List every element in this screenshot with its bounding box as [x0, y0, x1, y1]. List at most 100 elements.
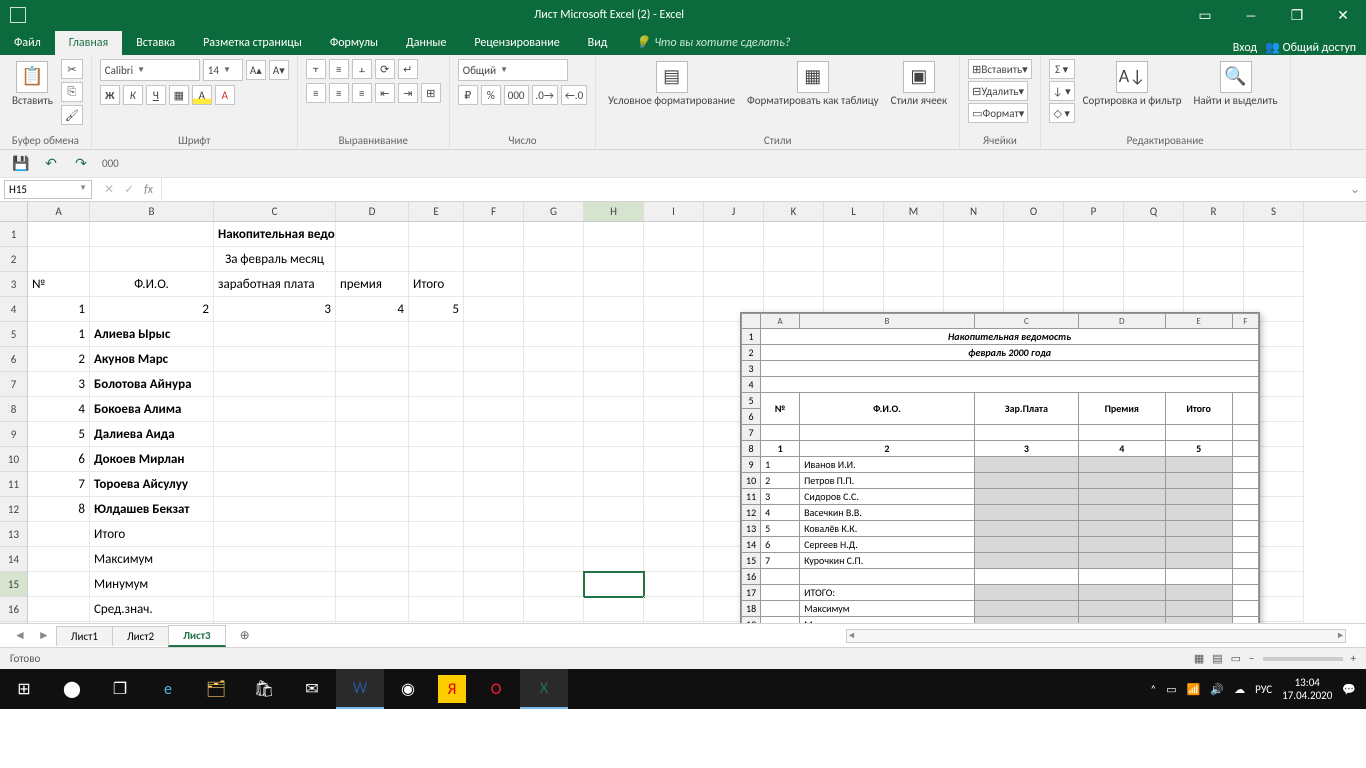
cell-G10[interactable]	[524, 447, 584, 472]
cell-M2[interactable]	[884, 247, 944, 272]
cell-D14[interactable]	[336, 547, 409, 572]
cell-Q3[interactable]	[1124, 272, 1184, 297]
cell-L2[interactable]	[824, 247, 884, 272]
cell-R3[interactable]	[1184, 272, 1244, 297]
tab-view[interactable]: Вид	[574, 31, 622, 55]
cell-B3[interactable]: Ф.И.О.	[90, 272, 214, 297]
cell-F9[interactable]	[464, 422, 524, 447]
cell-B10[interactable]: Докоев Мирлан	[90, 447, 214, 472]
cell-E1[interactable]	[409, 222, 464, 247]
cell-I3[interactable]	[644, 272, 704, 297]
taskbar-app-store[interactable]: 🛍	[240, 669, 288, 709]
cell-D15[interactable]	[336, 572, 409, 597]
cell-C9[interactable]	[214, 422, 336, 447]
cell-I16[interactable]	[644, 597, 704, 622]
cell-I9[interactable]	[644, 422, 704, 447]
cell-E14[interactable]	[409, 547, 464, 572]
cell-J3[interactable]	[704, 272, 764, 297]
cell-E2[interactable]	[409, 247, 464, 272]
cell-C6[interactable]	[214, 347, 336, 372]
cell-C5[interactable]	[214, 322, 336, 347]
col-header-I[interactable]: I	[644, 202, 704, 221]
font-name-combo[interactable]: Calibri▼	[100, 59, 200, 81]
insert-cells-button[interactable]: ⊞ Вставить ▾	[968, 59, 1032, 79]
clock[interactable]: 13:04 17.04.2020	[1282, 676, 1332, 702]
embedded-image[interactable]: ABCDEF 1Накопительная ведомость 2февраль…	[740, 312, 1260, 623]
view-layout-button[interactable]: ▤	[1212, 652, 1222, 665]
cell-D11[interactable]	[336, 472, 409, 497]
view-normal-button[interactable]: ▦	[1194, 652, 1204, 665]
col-header-A[interactable]: A	[28, 202, 90, 221]
cell-C13[interactable]	[214, 522, 336, 547]
formula-input[interactable]	[161, 178, 1344, 201]
cell-D2[interactable]	[336, 247, 409, 272]
cell-G8[interactable]	[524, 397, 584, 422]
row-header-7[interactable]: 7	[0, 372, 27, 397]
cell-E17[interactable]	[409, 622, 464, 623]
cell-E16[interactable]	[409, 597, 464, 622]
ribbon-options-icon[interactable]: ▭	[1182, 0, 1228, 30]
close-button[interactable]: ✕	[1320, 0, 1366, 30]
cell-S2[interactable]	[1244, 247, 1304, 272]
sheet-tab-3[interactable]: Лист3	[168, 625, 226, 647]
taskbar-app-opera[interactable]: O	[472, 669, 520, 709]
tab-formulas[interactable]: Формулы	[316, 31, 392, 55]
cell-E9[interactable]	[409, 422, 464, 447]
cell-A8[interactable]: 4	[28, 397, 90, 422]
taskbar-app-explorer[interactable]: 🗂	[192, 669, 240, 709]
cell-F4[interactable]	[464, 297, 524, 322]
cell-C16[interactable]	[214, 597, 336, 622]
cell-A16[interactable]	[28, 597, 90, 622]
sheet-tab-2[interactable]: Лист2	[112, 626, 169, 646]
cell-H8[interactable]	[584, 397, 644, 422]
tab-layout[interactable]: Разметка страницы	[189, 31, 316, 55]
col-header-P[interactable]: P	[1064, 202, 1124, 221]
cell-A6[interactable]: 2	[28, 347, 90, 372]
cell-R2[interactable]	[1184, 247, 1244, 272]
col-header-J[interactable]: J	[704, 202, 764, 221]
cell-L1[interactable]	[824, 222, 884, 247]
cell-A9[interactable]: 5	[28, 422, 90, 447]
cell-D6[interactable]	[336, 347, 409, 372]
horizontal-scrollbar[interactable]: ◄ ►	[846, 629, 1346, 643]
select-all-corner[interactable]	[0, 202, 28, 222]
cell-D10[interactable]	[336, 447, 409, 472]
row-header-8[interactable]: 8	[0, 397, 27, 422]
row-header-4[interactable]: 4	[0, 297, 27, 322]
sheet-nav-prev[interactable]: ◄	[8, 628, 32, 643]
cell-K1[interactable]	[764, 222, 824, 247]
col-header-B[interactable]: B	[90, 202, 214, 221]
cell-F13[interactable]	[464, 522, 524, 547]
notifications-icon[interactable]: 💬	[1342, 683, 1356, 696]
sheet-nav-next[interactable]: ►	[32, 628, 56, 643]
tell-me[interactable]: 💡Что вы хотите сделать?	[621, 30, 804, 55]
col-header-L[interactable]: L	[824, 202, 884, 221]
cell-H10[interactable]	[584, 447, 644, 472]
tray-expand-icon[interactable]: ˄	[1150, 683, 1156, 696]
sort-filter-button[interactable]: A↓Сортировка и фильтр	[1079, 59, 1186, 109]
cell-F12[interactable]	[464, 497, 524, 522]
row-header-2[interactable]: 2	[0, 247, 27, 272]
wrap-text-button[interactable]: ↵	[398, 59, 418, 79]
cell-M1[interactable]	[884, 222, 944, 247]
taskbar-app-taskview[interactable]: ❐	[96, 669, 144, 709]
cell-D3[interactable]: премия	[336, 272, 409, 297]
taskbar-app-word[interactable]: W	[336, 669, 384, 709]
font-size-combo[interactable]: 14▼	[203, 59, 243, 81]
cell-A5[interactable]: 1	[28, 322, 90, 347]
maximize-button[interactable]: ❐	[1274, 0, 1320, 30]
cell-H4[interactable]	[584, 297, 644, 322]
cell-H13[interactable]	[584, 522, 644, 547]
decrease-font-button[interactable]: A▾	[269, 60, 289, 80]
cell-B11[interactable]: Тороева Айсулуу	[90, 472, 214, 497]
cell-C4[interactable]: 3	[214, 297, 336, 322]
cell-E11[interactable]	[409, 472, 464, 497]
cell-D1[interactable]	[336, 222, 409, 247]
cell-H9[interactable]	[584, 422, 644, 447]
cell-A11[interactable]: 7	[28, 472, 90, 497]
row-header-12[interactable]: 12	[0, 497, 27, 522]
cell-F1[interactable]	[464, 222, 524, 247]
taskbar-app-excel[interactable]: X	[520, 669, 568, 709]
tab-file[interactable]: Файл	[0, 31, 55, 55]
cell-B17[interactable]	[90, 622, 214, 623]
